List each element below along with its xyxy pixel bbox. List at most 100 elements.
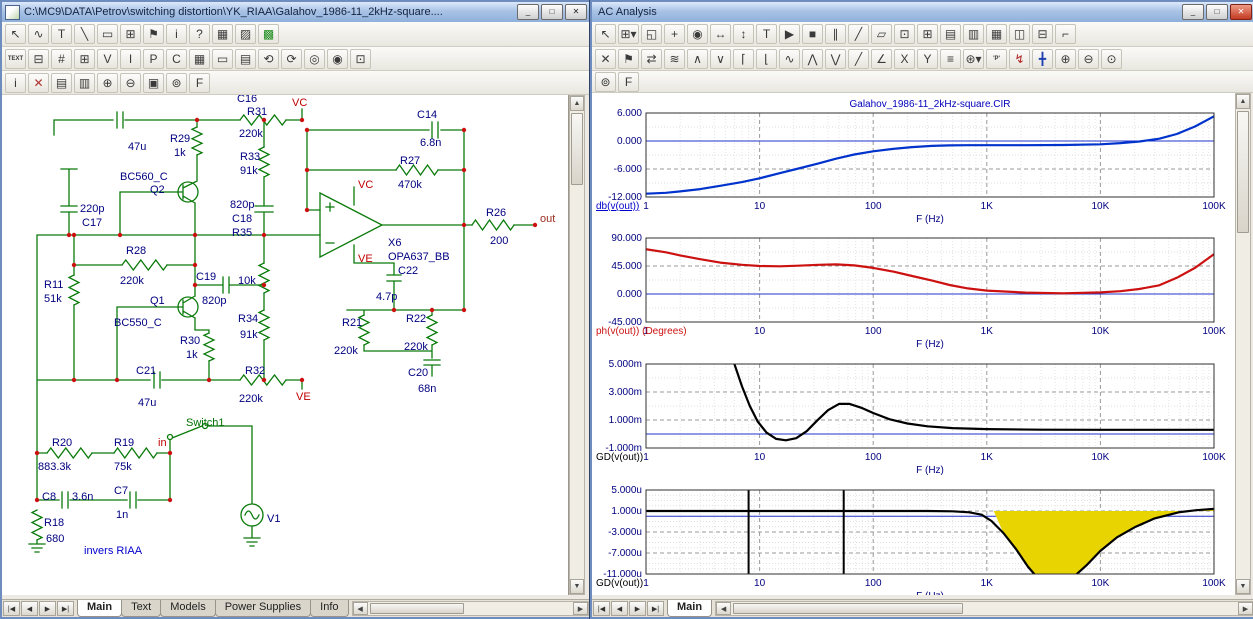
pin-names-toggle[interactable]: ⊟ [28, 49, 49, 69]
tab-power-supplies[interactable]: Power Supplies [215, 600, 311, 617]
current-toggle[interactable]: I [120, 49, 141, 69]
zoom-in-button[interactable]: ⊕ [1055, 49, 1076, 69]
tab-info[interactable]: Info [310, 600, 348, 617]
scroll-left-button[interactable]: ◀ [716, 602, 731, 615]
copy-to-clipboard-button[interactable]: ▤ [51, 73, 72, 93]
tab-text[interactable]: Text [121, 600, 161, 617]
slope-icon[interactable]: ╱ [848, 49, 869, 69]
scroll-up-button[interactable]: ▲ [1236, 94, 1250, 109]
power-toggle[interactable]: P [143, 49, 164, 69]
rotate-cw-button[interactable]: ⟳ [281, 49, 302, 69]
color-palette[interactable]: ▨ [235, 24, 256, 44]
scroll-down-button[interactable]: ▼ [570, 579, 584, 594]
border-toggle[interactable]: ▭ [212, 49, 233, 69]
scrollbar-thumb[interactable] [1237, 111, 1249, 233]
go-to-x-button[interactable]: X [894, 49, 915, 69]
run-button[interactable]: ▶ [779, 24, 800, 44]
delete-all-objects-button[interactable]: ✕ [595, 49, 616, 69]
find-component-button[interactable]: ◎ [304, 49, 325, 69]
snapshot-button[interactable]: ▣ [143, 73, 164, 93]
component-tool[interactable]: ⊞ [120, 24, 141, 44]
last-page-button[interactable]: ▶| [57, 601, 74, 616]
select-tool[interactable]: ↖ [595, 24, 616, 44]
inflection-icon[interactable]: ∿ [779, 49, 800, 69]
scrollbar-thumb[interactable] [571, 113, 583, 185]
text-tool[interactable]: T [756, 24, 777, 44]
scrollbar-track[interactable] [1236, 109, 1250, 579]
tab-main[interactable]: Main [77, 600, 122, 617]
repeat-find-button[interactable]: ◉ [327, 49, 348, 69]
node-voltages-toggle[interactable]: V [97, 49, 118, 69]
zoom-auto-button[interactable]: ⊙ [1101, 49, 1122, 69]
low-icon[interactable]: ⌊ [756, 49, 777, 69]
scale-mode[interactable]: ◱ [641, 24, 662, 44]
global-low-icon[interactable]: ⋁ [825, 49, 846, 69]
font-button[interactable]: F [189, 73, 210, 93]
close-button[interactable]: ✕ [565, 4, 587, 20]
web-button[interactable]: ⊚ [595, 72, 616, 92]
paste-button[interactable]: ▥ [74, 73, 95, 93]
peak-icon[interactable]: ∧ [687, 49, 708, 69]
info-mode[interactable]: i [166, 24, 187, 44]
vertical-tag-mode[interactable]: ↕ [733, 24, 754, 44]
minimize-button[interactable]: _ [1182, 4, 1204, 20]
scrollbar-track[interactable] [570, 111, 584, 579]
web-button[interactable]: ⊚ [166, 73, 187, 93]
minor-grids-toggle[interactable]: ⊟ [1032, 24, 1053, 44]
text-display-toggle[interactable]: TEXT [5, 49, 26, 69]
stack-plots-button[interactable]: ≡ [940, 49, 961, 69]
scroll-down-button[interactable]: ▼ [1236, 579, 1250, 594]
condition-toggle[interactable]: C [166, 49, 187, 69]
minimize-button[interactable]: _ [517, 4, 539, 20]
scroll-right-button[interactable]: ▶ [573, 602, 588, 615]
ruler-toggle[interactable]: ▤ [940, 24, 961, 44]
scrollbar-thumb[interactable] [370, 603, 464, 614]
horizontal-grids-toggle[interactable]: ▦ [986, 24, 1007, 44]
rotate-ccw-button[interactable]: ⟲ [258, 49, 279, 69]
scroll-left-button[interactable]: ◀ [353, 602, 368, 615]
align-cursors-button[interactable]: ⇄ [641, 49, 662, 69]
next-page-button[interactable]: ▶ [39, 601, 56, 616]
info-button[interactable]: i [5, 73, 26, 93]
analysis-plot-2[interactable]: 90.00045.0000.000-45.0001101001K10K100Kp… [592, 232, 1233, 353]
close-button[interactable]: ✕ [1230, 4, 1252, 20]
font-button[interactable]: F [618, 72, 639, 92]
text-tool[interactable]: T [51, 24, 72, 44]
tokens-toggle[interactable]: ⊞ [917, 24, 938, 44]
node-numbers-toggle[interactable]: ⊞ [74, 49, 95, 69]
global-high-icon[interactable]: ⋀ [802, 49, 823, 69]
select-tool[interactable]: ↖ [5, 24, 26, 44]
schematic-horizontal-scrollbar[interactable]: ◀ ▶ [352, 601, 589, 616]
tab-models[interactable]: Models [160, 600, 215, 617]
line-tool[interactable]: ╱ [848, 24, 869, 44]
grid-toggle[interactable]: ▦ [189, 49, 210, 69]
horizontal-tag-mode[interactable]: ↔ [710, 24, 731, 44]
components-dropdown[interactable]: ⊞▾ [618, 24, 639, 44]
zoom-in-button[interactable]: ⊕ [97, 73, 118, 93]
pin-numbers-toggle[interactable]: # [51, 49, 72, 69]
ac-analysis-titlebar[interactable]: AC Analysis _ □ ✕ [592, 2, 1253, 22]
gear-dropdown[interactable]: ⊛▾ [963, 49, 984, 69]
title-block-toggle[interactable]: ▤ [235, 49, 256, 69]
line-tool[interactable]: ╲ [74, 24, 95, 44]
zoom-out-button[interactable]: ⊖ [120, 73, 141, 93]
scroll-up-button[interactable]: ▲ [570, 96, 584, 111]
next-page-button[interactable]: ▶ [629, 601, 646, 616]
vertical-grids-toggle[interactable]: ◫ [1009, 24, 1030, 44]
maximize-button[interactable]: □ [1206, 4, 1228, 20]
point-tag-mode[interactable]: ◉ [687, 24, 708, 44]
analysis-plot-4[interactable]: 5.000u1.000u-3.000u-7.000u-11.000u110100… [592, 484, 1233, 595]
analysis-plot-1[interactable]: 6.0000.000-6.000-12.0001101001K10K100Kdb… [592, 95, 1233, 227]
analysis-horizontal-scrollbar[interactable]: ◀ ▶ [715, 601, 1253, 616]
maximize-button[interactable]: □ [541, 4, 563, 20]
tab-main[interactable]: Main [667, 600, 712, 617]
last-page-button[interactable]: ▶| [647, 601, 664, 616]
flag-tool[interactable]: ⚑ [143, 24, 164, 44]
polygon-tool[interactable]: ▱ [871, 24, 892, 44]
crosshair-icon[interactable]: ╋ [1032, 49, 1053, 69]
cancel-button[interactable]: ✕ [28, 73, 49, 93]
cursor-mode[interactable]: + [664, 24, 685, 44]
analysis-vertical-scrollbar[interactable]: ▲ ▼ [1235, 93, 1251, 595]
schematic-titlebar[interactable]: C:\MC9\DATA\Petrov\switching distortion\… [2, 2, 590, 22]
stop-button[interactable]: ■ [802, 24, 823, 44]
